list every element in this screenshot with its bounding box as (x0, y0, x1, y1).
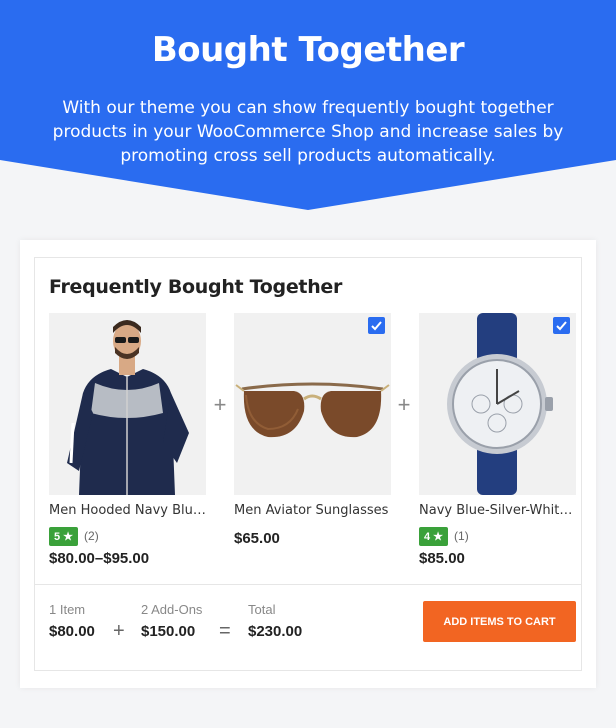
equals-operator: = (219, 620, 231, 642)
product-image-hoodie[interactable] (49, 313, 206, 495)
fbt-card: Frequently Bought Together Men Hooded Na… (20, 240, 596, 688)
product-price: $80.00–$95.00 (49, 550, 150, 567)
plus-operator: + (113, 620, 125, 642)
items-label: 1 Item (49, 602, 86, 617)
product-name[interactable]: Men Aviator Sunglasses (234, 503, 391, 518)
rating-row: 4 ★ (1) (419, 526, 576, 546)
hero-title: Bought Together (151, 30, 465, 70)
add-items-to-cart-button[interactable]: ADD ITEMS TO CART (423, 601, 576, 642)
addons-total: 2 Add-Ons $150.00 (141, 602, 202, 640)
product-card-hoodie: Men Hooded Navy Blue ... 5 ★ (2) $80.00–… (49, 313, 206, 567)
rating-badge: 5 ★ (49, 526, 79, 546)
addons-label: 2 Add-Ons (141, 602, 203, 617)
checkbox-watch[interactable] (553, 317, 570, 334)
hoodie-image (49, 313, 206, 495)
product-image-sunglasses[interactable] (234, 313, 391, 495)
product-name[interactable]: Men Hooded Navy Blue ... (49, 503, 206, 518)
sunglasses-image (234, 313, 391, 495)
total-value: $230.00 (248, 623, 303, 640)
product-card-sunglasses: Men Aviator Sunglasses $65.00 (234, 313, 391, 547)
rating-row: 5 ★ (2) (49, 526, 206, 546)
items-value: $80.00 (49, 623, 95, 640)
divider (35, 584, 581, 585)
grand-total: Total $230.00 (248, 602, 302, 640)
hero-description: With our theme you can show frequently b… (52, 98, 564, 166)
product-price: $65.00 (234, 530, 280, 547)
rating-count: (2) (84, 529, 99, 543)
rating-count: (1) (454, 529, 469, 543)
fbt-widget: Frequently Bought Together Men Hooded Na… (34, 257, 582, 671)
hero-banner: Bought Together With our theme you can s… (0, 0, 616, 212)
product-card-watch: Navy Blue-Silver-White ... 4 ★ (1) $85.0… (419, 313, 576, 567)
total-label: Total (248, 602, 276, 617)
rating-badge: 4 ★ (419, 526, 449, 546)
checkmark-icon (371, 321, 382, 331)
watch-image (419, 313, 576, 495)
checkbox-sunglasses[interactable] (368, 317, 385, 334)
items-total: 1 Item $80.00 (49, 602, 95, 640)
checkmark-icon (556, 321, 567, 331)
plus-sign: + (213, 392, 227, 417)
product-price: $85.00 (419, 550, 465, 567)
fbt-title: Frequently Bought Together (49, 276, 343, 298)
product-image-watch[interactable] (419, 313, 576, 495)
plus-sign: + (397, 392, 411, 417)
addons-value: $150.00 (141, 623, 196, 640)
product-name[interactable]: Navy Blue-Silver-White ... (419, 503, 576, 518)
